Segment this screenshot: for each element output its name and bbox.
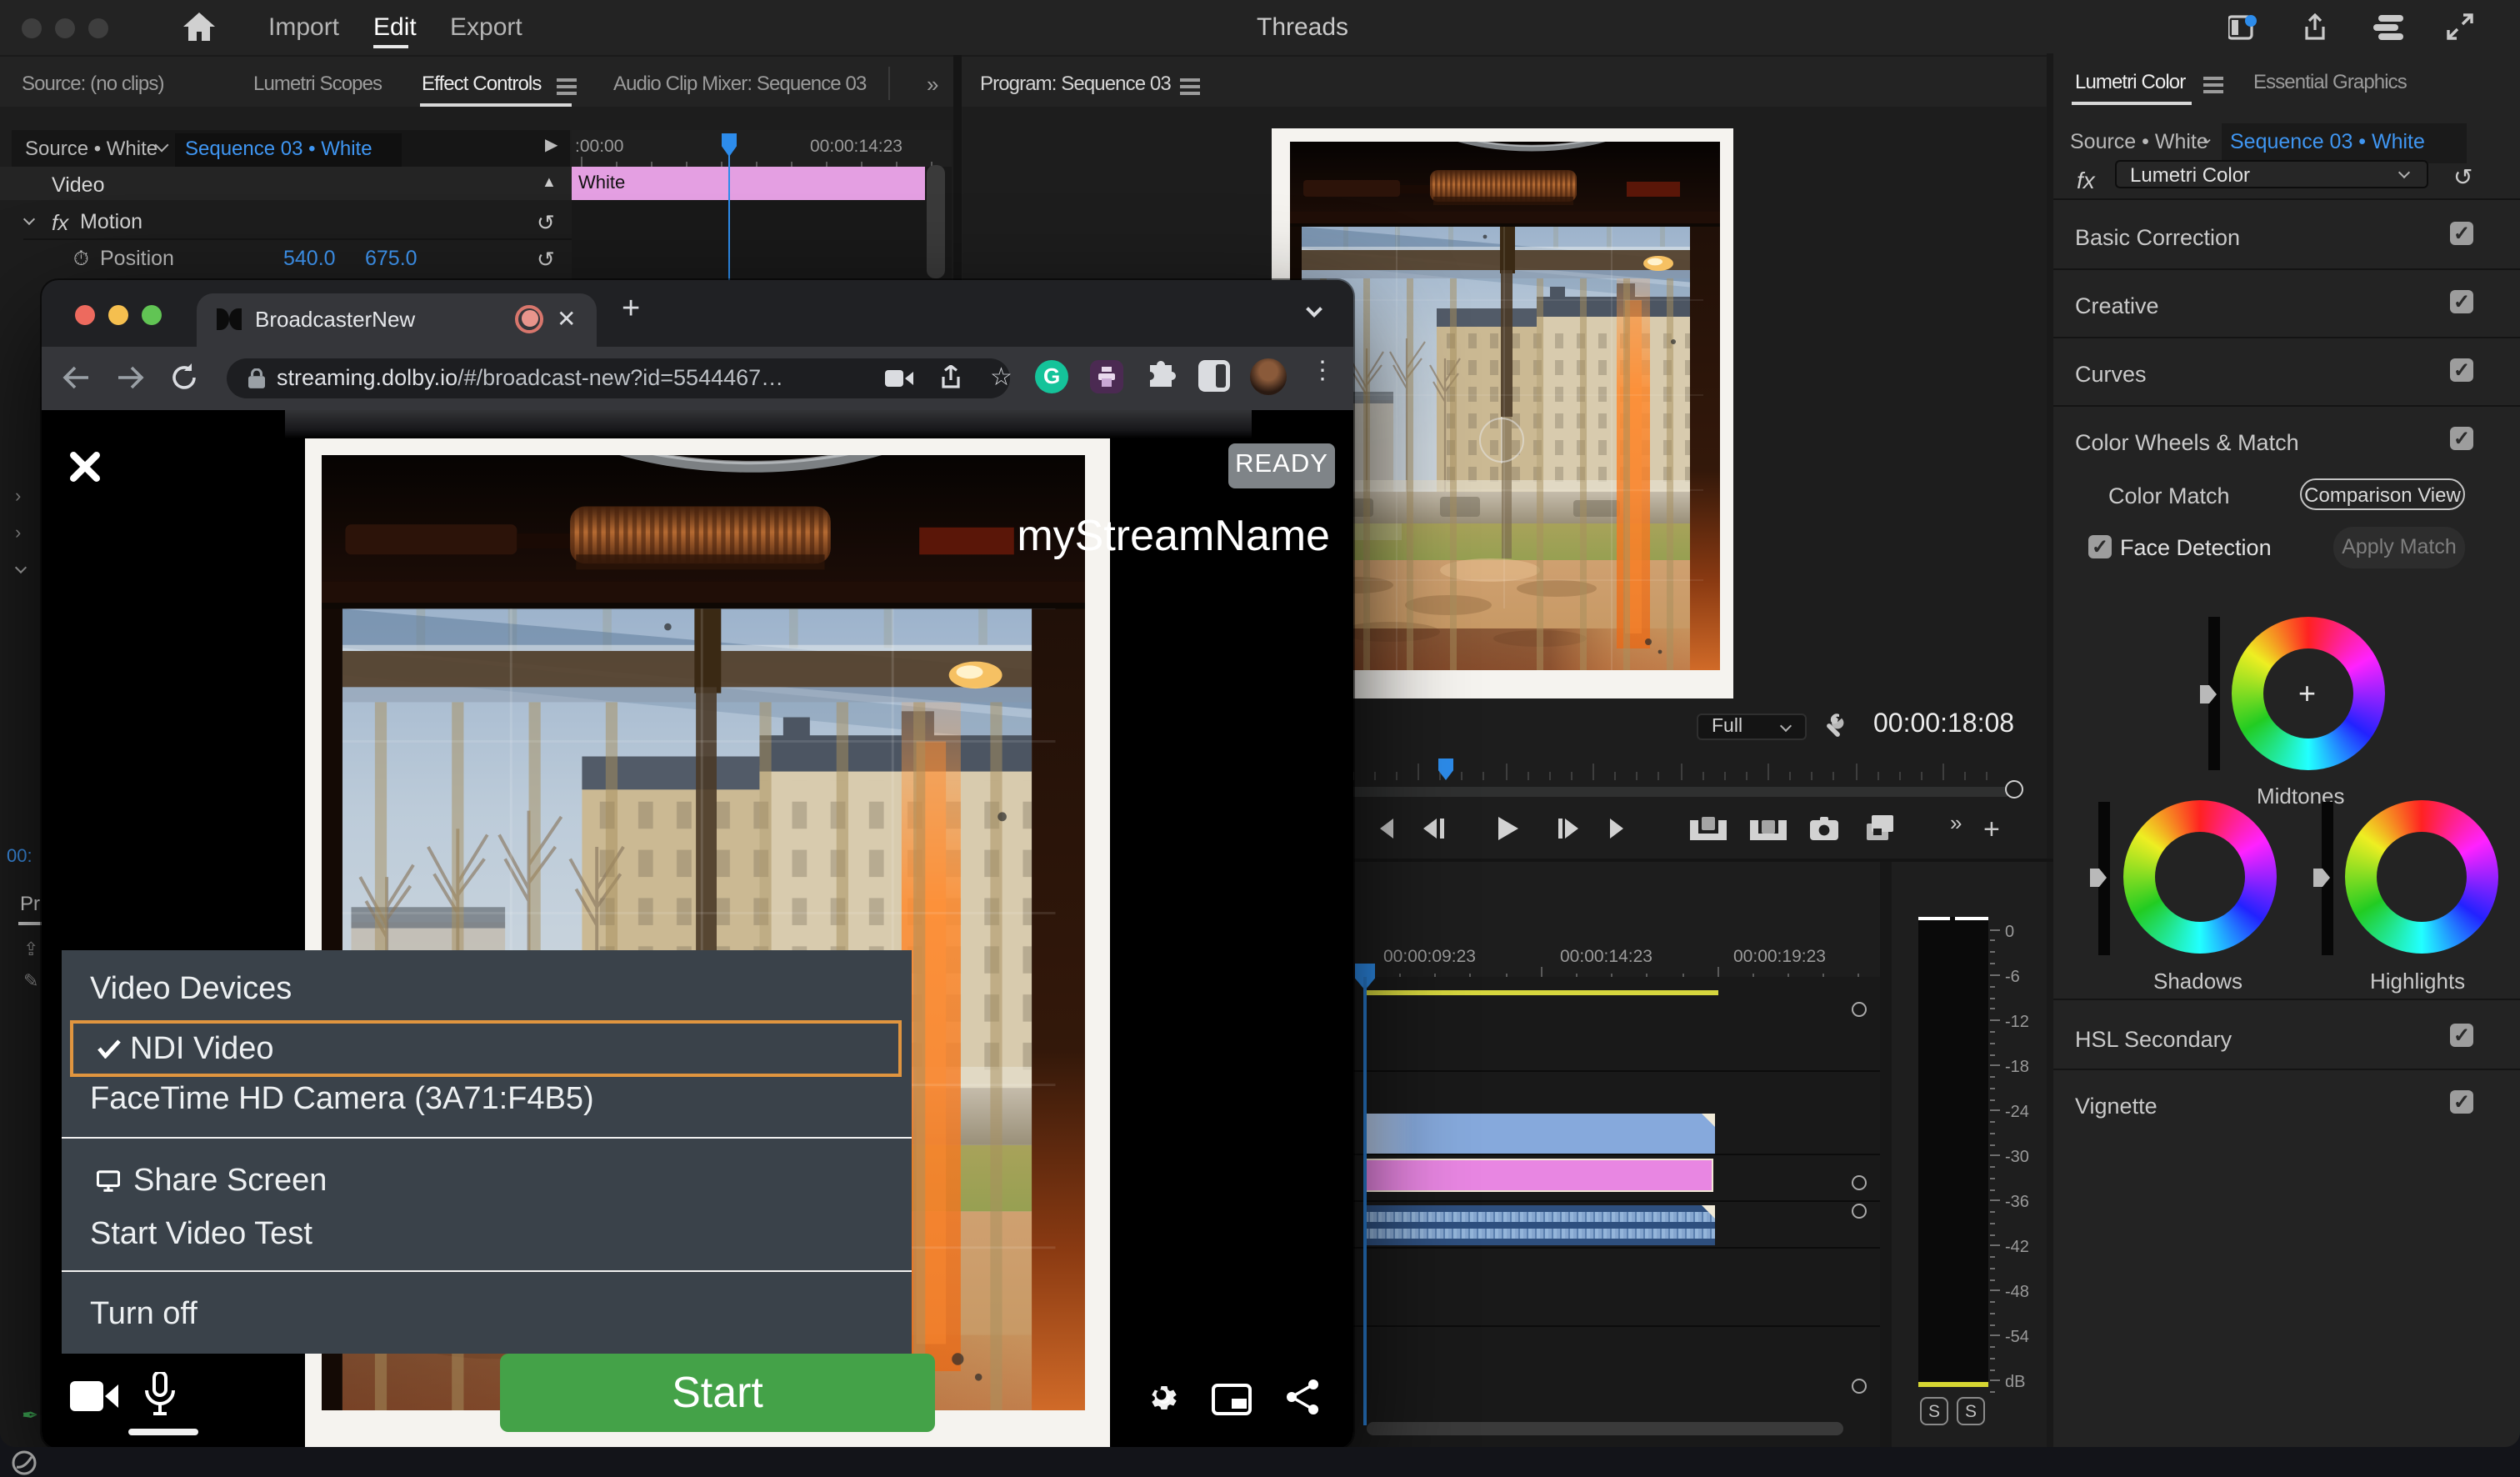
svg-text:0: 0 — [2005, 923, 2014, 941]
svg-text:-30: -30 — [2005, 1148, 2029, 1166]
svg-text:-12: -12 — [2005, 1013, 2029, 1031]
svg-text:-36: -36 — [2005, 1193, 2029, 1211]
svg-text:-24: -24 — [2005, 1103, 2029, 1121]
svg-text:-48: -48 — [2005, 1283, 2029, 1301]
svg-text:-42: -42 — [2005, 1238, 2029, 1256]
svg-text:-18: -18 — [2005, 1058, 2029, 1076]
svg-text:-54: -54 — [2005, 1328, 2029, 1346]
svg-text:dB: dB — [2005, 1373, 2025, 1391]
svg-text:-6: -6 — [2005, 968, 2020, 986]
